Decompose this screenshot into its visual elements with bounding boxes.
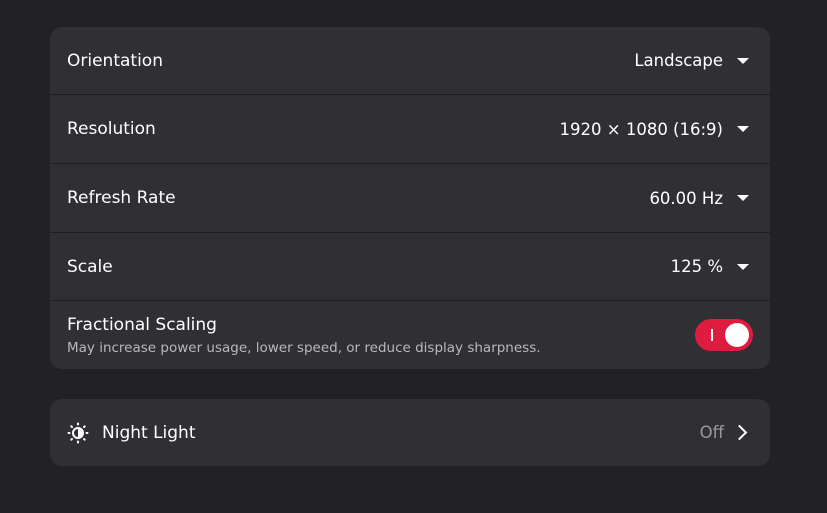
display-settings-card: Orientation Landscape Resolution 1920 × … — [50, 27, 770, 369]
orientation-value[interactable]: Landscape — [634, 51, 723, 70]
toggle-on-indicator — [711, 329, 713, 341]
dropdown-arrow-icon[interactable] — [737, 263, 749, 270]
fractional-scaling-label: Fractional Scaling — [67, 314, 217, 335]
toggle-knob — [725, 323, 749, 347]
scale-label: Scale — [67, 256, 113, 277]
scale-value[interactable]: 125 % — [671, 257, 723, 276]
orientation-row[interactable]: Orientation Landscape — [50, 27, 770, 94]
fractional-scaling-toggle[interactable] — [695, 319, 753, 351]
night-light-card: Night Light Off — [50, 399, 770, 466]
dropdown-arrow-icon[interactable] — [737, 126, 749, 132]
fractional-scaling-subtitle: May increase power usage, lower speed, o… — [67, 339, 541, 356]
resolution-row[interactable]: Resolution 1920 × 1080 (16:9) — [50, 95, 770, 163]
refresh-rate-row[interactable]: Refresh Rate 60.00 Hz — [50, 164, 770, 232]
night-light-status: Off — [699, 423, 724, 442]
chevron-right-icon — [731, 424, 748, 441]
dropdown-arrow-icon[interactable] — [737, 57, 749, 64]
resolution-value[interactable]: 1920 × 1080 (16:9) — [560, 120, 723, 139]
dropdown-arrow-icon[interactable] — [737, 195, 749, 201]
refresh-rate-value[interactable]: 60.00 Hz — [649, 189, 723, 208]
night-light-label: Night Light — [102, 422, 196, 443]
fractional-scaling-row: Fractional Scaling May increase power us… — [50, 301, 770, 369]
night-light-row[interactable]: Night Light Off — [50, 399, 770, 466]
fractional-scaling-text: Fractional Scaling May increase power us… — [67, 315, 695, 356]
refresh-rate-label: Refresh Rate — [67, 188, 176, 208]
resolution-label: Resolution — [67, 119, 156, 139]
scale-row[interactable]: Scale 125 % — [50, 233, 770, 300]
night-light-icon — [67, 422, 89, 444]
orientation-label: Orientation — [67, 50, 163, 71]
